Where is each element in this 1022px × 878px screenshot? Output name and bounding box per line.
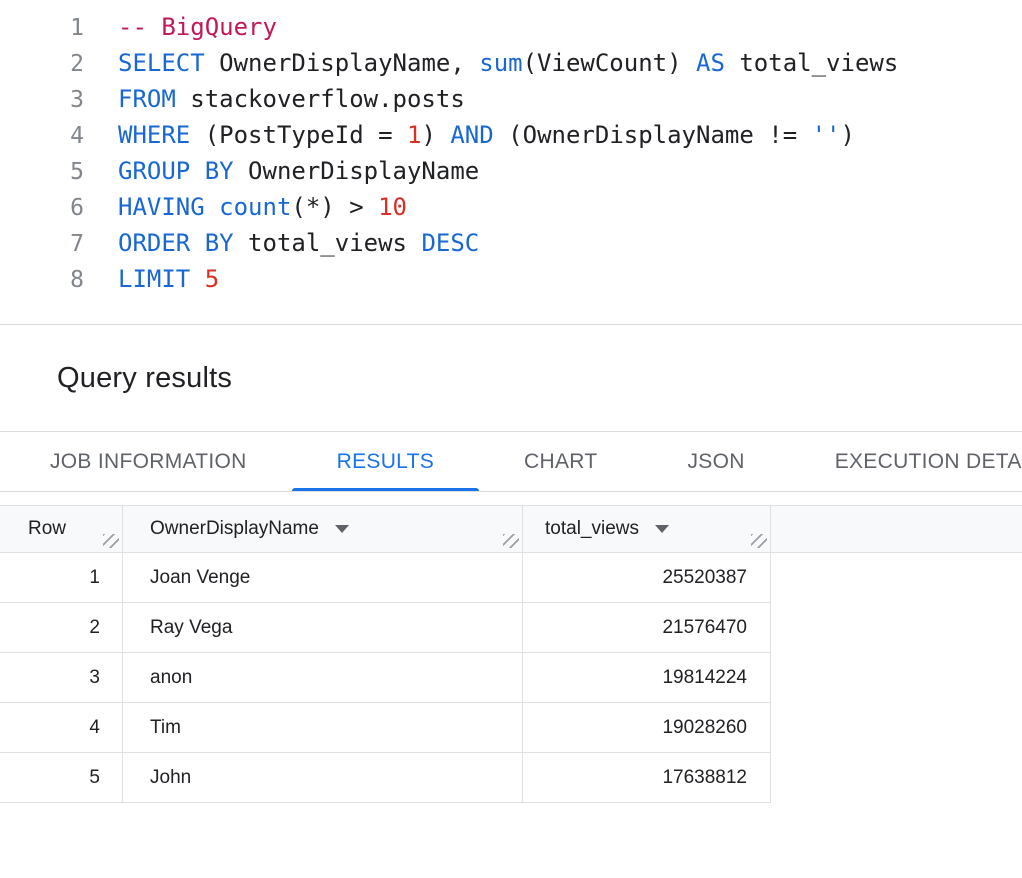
token-keyword: SELECT: [118, 49, 205, 77]
token-plain: (PostTypeId =: [190, 121, 407, 149]
code-text: FROM stackoverflow.posts: [118, 85, 465, 113]
column-resize-handle[interactable]: [751, 534, 767, 548]
page-title: Query results: [57, 362, 232, 395]
line-number: 6: [0, 190, 84, 226]
token-plain: (ViewCount): [523, 49, 696, 77]
tab-execution-details[interactable]: EXECUTION DETAILS: [790, 432, 1022, 491]
token-string: '': [812, 121, 841, 149]
cell-total-views: 21576470: [523, 603, 771, 652]
code-text: -- BigQuery: [118, 13, 277, 41]
results-table: Row OwnerDisplayName total_views 1Joan Ven…: [0, 505, 1022, 803]
column-label: Row: [28, 518, 66, 540]
table-row: 2Ray Vega21576470: [0, 603, 771, 653]
code-text: HAVING count(*) > 10: [118, 193, 407, 221]
code-text: SELECT OwnerDisplayName, sum(ViewCount) …: [118, 49, 898, 77]
token-plain: (*) >: [291, 193, 378, 221]
token-keyword: AS: [696, 49, 725, 77]
token-plain: [205, 193, 219, 221]
code-line[interactable]: 3 FROM stackoverflow.posts: [0, 81, 1022, 117]
cell-total-views: 19028260: [523, 703, 771, 752]
column-label: OwnerDisplayName: [150, 518, 319, 540]
column-header-row: Row: [0, 506, 123, 552]
line-number: 3: [0, 82, 84, 118]
token-keyword: count: [219, 193, 291, 221]
token-keyword: LIMIT: [118, 265, 190, 293]
table-row: 5John17638812: [0, 753, 771, 803]
code-line[interactable]: 7 ORDER BY total_views DESC: [0, 225, 1022, 261]
line-number: 4: [0, 118, 84, 154]
cell-owner-display-name: Joan Venge: [123, 553, 523, 602]
sql-editor[interactable]: 1 -- BigQuery 2 SELECT OwnerDisplayName, su…: [0, 0, 1022, 325]
token-number: 1: [407, 121, 421, 149]
header-filler: [771, 506, 1022, 552]
token-plain: (OwnerDisplayName !=: [494, 121, 812, 149]
line-number: 5: [0, 154, 84, 190]
column-header-ownerdisplayname: OwnerDisplayName: [123, 506, 523, 552]
token-keyword: AND: [450, 121, 493, 149]
code-line[interactable]: 1 -- BigQuery: [0, 9, 1022, 45]
sort-dropdown-icon[interactable]: [335, 525, 349, 533]
cell-owner-display-name: Tim: [123, 703, 523, 752]
code-line[interactable]: 2 SELECT OwnerDisplayName, sum(ViewCount)…: [0, 45, 1022, 81]
token-plain: total_views: [725, 49, 898, 77]
line-number: 2: [0, 46, 84, 82]
code-text: GROUP BY OwnerDisplayName: [118, 157, 479, 185]
column-resize-handle[interactable]: [503, 534, 519, 548]
code-line[interactable]: 5 GROUP BY OwnerDisplayName: [0, 153, 1022, 189]
token-plain: [190, 265, 204, 293]
cell-row-number: 1: [0, 553, 123, 602]
results-tab-bar: JOB INFORMATIONRESULTSCHARTJSONEXECUTION…: [0, 432, 1022, 492]
tab-job-information[interactable]: JOB INFORMATION: [5, 432, 292, 491]
cell-total-views: 19814224: [523, 653, 771, 702]
line-number: 7: [0, 226, 84, 262]
token-plain: stackoverflow.posts: [176, 85, 465, 113]
token-keyword: sum: [479, 49, 522, 77]
code-line[interactable]: 8 LIMIT 5: [0, 261, 1022, 297]
code-text: WHERE (PostTypeId = 1) AND (OwnerDisplay…: [118, 121, 855, 149]
sort-dropdown-icon[interactable]: [655, 525, 669, 533]
code-text: ORDER BY total_views DESC: [118, 229, 479, 257]
token-comment: -- BigQuery: [118, 13, 277, 41]
cell-row-number: 4: [0, 703, 123, 752]
token-plain: total_views: [234, 229, 422, 257]
cell-owner-display-name: Ray Vega: [123, 603, 523, 652]
table-row: 4Tim19028260: [0, 703, 771, 753]
code-text: LIMIT 5: [118, 265, 219, 293]
column-header-total_views: total_views: [523, 506, 771, 552]
token-keyword: GROUP BY: [118, 157, 234, 185]
cell-owner-display-name: anon: [123, 653, 523, 702]
line-number: 8: [0, 262, 84, 298]
token-plain: OwnerDisplayName,: [205, 49, 480, 77]
column-resize-handle[interactable]: [103, 534, 119, 548]
token-number: 5: [205, 265, 219, 293]
token-keyword: DESC: [421, 229, 479, 257]
tab-results[interactable]: RESULTS: [292, 432, 479, 491]
token-keyword: WHERE: [118, 121, 190, 149]
code-line[interactable]: 6 HAVING count(*) > 10: [0, 189, 1022, 225]
token-keyword: ORDER BY: [118, 229, 234, 257]
query-results-header: Query results: [0, 325, 1022, 432]
table-body: 1Joan Venge255203872Ray Vega215764703ano…: [0, 553, 1022, 803]
token-keyword: HAVING: [118, 193, 205, 221]
code-line[interactable]: 4 WHERE (PostTypeId = 1) AND (OwnerDispla…: [0, 117, 1022, 153]
table-row: 3anon19814224: [0, 653, 771, 703]
column-label: total_views: [545, 518, 639, 540]
cell-owner-display-name: John: [123, 753, 523, 802]
token-number: 10: [378, 193, 407, 221]
token-plain: OwnerDisplayName: [234, 157, 480, 185]
cell-row-number: 5: [0, 753, 123, 802]
table-row: 1Joan Venge25520387: [0, 553, 771, 603]
token-keyword: FROM: [118, 85, 176, 113]
tab-chart[interactable]: CHART: [479, 432, 642, 491]
token-plain: ): [841, 121, 855, 149]
line-number: 1: [0, 10, 84, 46]
cell-row-number: 2: [0, 603, 123, 652]
cell-row-number: 3: [0, 653, 123, 702]
cell-total-views: 17638812: [523, 753, 771, 802]
table-header-row: Row OwnerDisplayName total_views: [0, 505, 1022, 553]
tab-json[interactable]: JSON: [642, 432, 789, 491]
cell-total-views: 25520387: [523, 553, 771, 602]
token-plain: ): [421, 121, 450, 149]
